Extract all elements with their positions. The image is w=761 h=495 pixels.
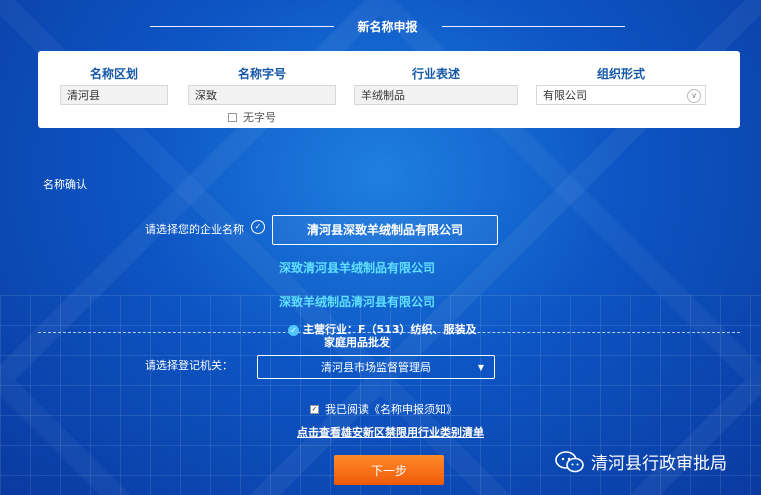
- chevron-down-icon: ∨: [687, 89, 701, 103]
- check-icon: ✓: [288, 324, 299, 336]
- industry-line-2: 家庭用品批发: [324, 336, 390, 349]
- name-option-3[interactable]: 深致羊绒制品清河县有限公司: [279, 293, 435, 310]
- header-line-right: [441, 25, 626, 27]
- watermark: 清河县行政审批局: [555, 449, 727, 474]
- header-line-left: [150, 25, 334, 27]
- org-form-value: 有限公司: [543, 89, 587, 102]
- section-confirm-label: 名称确认: [43, 178, 87, 191]
- trade-name-input[interactable]: 深致: [188, 85, 336, 105]
- page: 新名称申报 名称区划 清河县 名称字号 深致 行业表述 羊绒制品 组织形式 有限…: [0, 0, 761, 495]
- field-trade-name-label: 名称字号: [237, 67, 286, 81]
- field-org-form-label: 组织形式: [596, 67, 645, 81]
- registration-label: 请选择登记机关：: [145, 359, 233, 372]
- wechat-icon: [555, 450, 584, 472]
- industry-info: ✓ 主营行业：F（513）纺织、服装及 家庭用品批发: [288, 323, 498, 349]
- field-org-form: 组织形式 有限公司 ∨: [536, 65, 706, 105]
- restricted-list-link[interactable]: 点击查看雄安新区禁限用行业类别清单: [297, 424, 484, 440]
- name-option-2[interactable]: 深致清河县羊绒制品有限公司: [279, 259, 435, 276]
- field-trade-name: 名称字号 深致: [188, 65, 336, 105]
- no-char-checkbox[interactable]: [228, 112, 237, 122]
- agreement-checkbox[interactable]: ✓: [310, 404, 319, 414]
- dropdown-arrow-icon: ▼: [477, 363, 484, 372]
- no-char-option[interactable]: 无字号: [228, 109, 276, 125]
- name-select-label: 请选择您的企业名称: [145, 223, 244, 236]
- org-form-select[interactable]: 有限公司 ∨: [536, 85, 706, 105]
- region-input[interactable]: 清河县: [60, 85, 168, 105]
- industry-input[interactable]: 羊绒制品: [354, 85, 518, 105]
- page-title: 新名称申报: [357, 19, 418, 34]
- industry-line-1: 主营行业：F（513）纺织、服装及: [303, 323, 477, 336]
- check-circle-icon: ✓: [251, 220, 265, 234]
- field-industry-label: 行业表述: [411, 67, 460, 81]
- field-region: 名称区划 清河县: [60, 65, 168, 105]
- name-option-1[interactable]: 清河县深致羊绒制品有限公司: [272, 215, 498, 245]
- next-button[interactable]: 下一步: [334, 455, 444, 485]
- name-form-card: 名称区划 清河县 名称字号 深致 行业表述 羊绒制品 组织形式 有限公司 ∨ 无…: [38, 51, 740, 128]
- page-header: 新名称申报: [150, 14, 626, 38]
- watermark-text: 清河县行政审批局: [591, 454, 727, 474]
- field-region-label: 名称区划: [89, 67, 138, 81]
- no-char-label: 无字号: [243, 111, 276, 124]
- field-industry: 行业表述 羊绒制品: [354, 65, 518, 105]
- registration-select[interactable]: 清河县市场监督管理局 ▼: [257, 355, 495, 379]
- agreement-label: 我已阅读《名称申报须知》: [325, 403, 457, 416]
- registration-value: 清河县市场监督管理局: [321, 361, 431, 374]
- agreement-row[interactable]: ✓ 我已阅读《名称申报须知》: [310, 401, 457, 417]
